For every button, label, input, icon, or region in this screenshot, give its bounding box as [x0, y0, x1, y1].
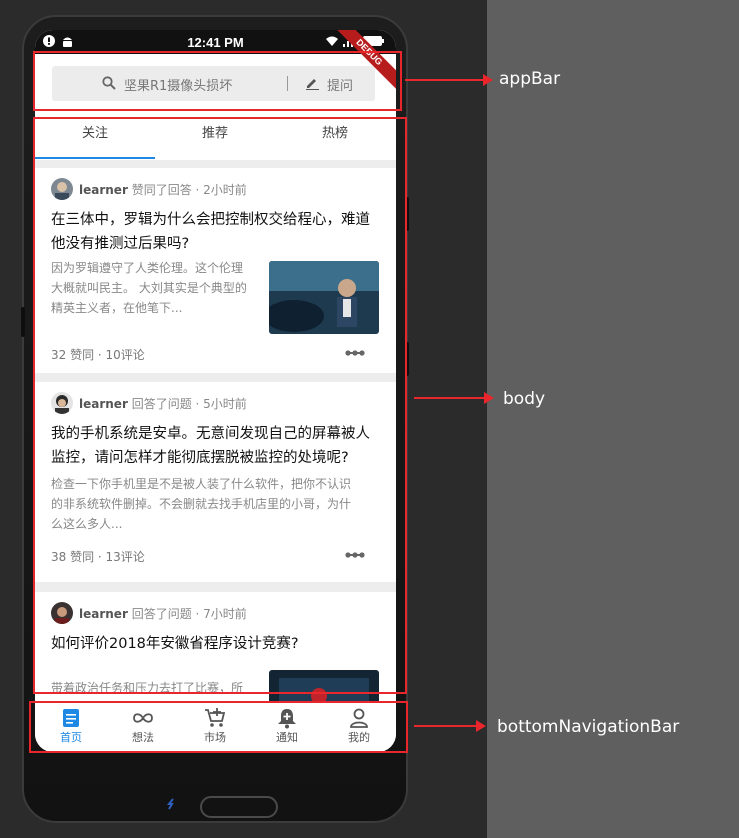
- body-label: body: [503, 389, 546, 409]
- arrow-icon: [414, 720, 486, 732]
- home-button[interactable]: [200, 796, 278, 818]
- arrow-icon: [414, 392, 494, 404]
- background-right: [487, 0, 739, 838]
- app-bar-highlight: [33, 51, 402, 111]
- wifi-icon: [326, 36, 338, 46]
- bottom-nav-label: bottomNavigationBar: [497, 717, 680, 737]
- status-time: 12:41 PM: [187, 35, 244, 50]
- sensor-icon: [167, 798, 174, 810]
- body-highlight: [33, 117, 407, 694]
- arrow-icon: [405, 74, 493, 86]
- volume-button: [21, 307, 25, 337]
- app-bar-label: appBar: [499, 69, 561, 89]
- bottom-nav-highlight: [29, 701, 408, 753]
